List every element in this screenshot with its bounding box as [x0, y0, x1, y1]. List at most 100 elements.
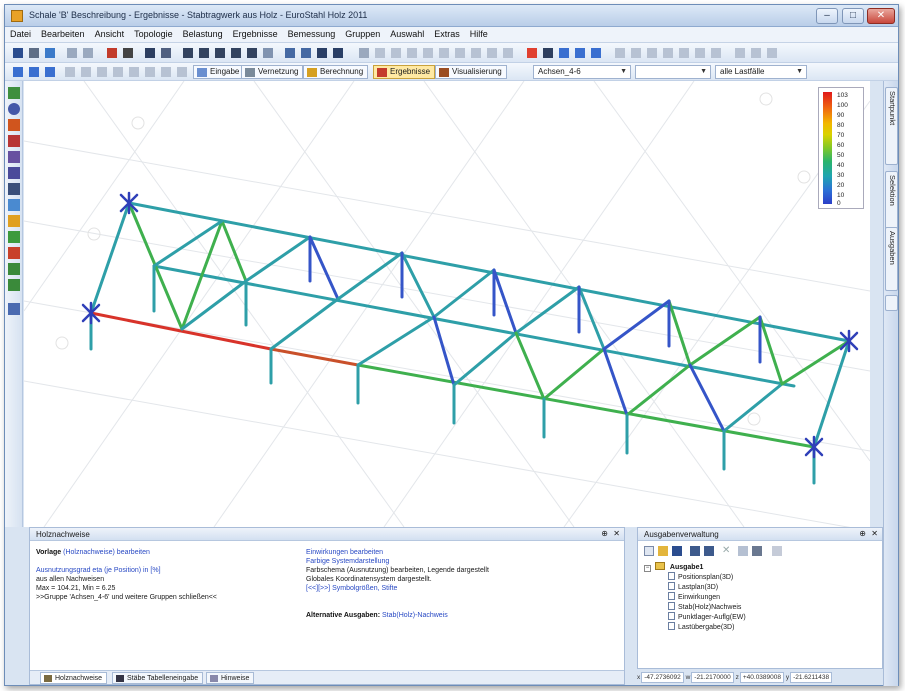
menu-auswahl[interactable]: Auswahl [385, 27, 429, 39]
window-list-icon[interactable] [765, 46, 779, 60]
pin-icon[interactable]: ⊕ [601, 529, 608, 538]
point-load-icon[interactable] [8, 247, 20, 259]
member-icon[interactable] [8, 135, 20, 147]
tab-visualisierung[interactable]: Visualisierung [435, 65, 507, 79]
pin-tab[interactable] [885, 295, 898, 311]
brace-icon[interactable] [8, 167, 20, 179]
section-icon[interactable] [8, 183, 20, 195]
load-tool-icon[interactable] [453, 46, 467, 60]
zoom-all-icon[interactable] [229, 46, 243, 60]
export-icon[interactable] [752, 546, 762, 556]
preview-icon[interactable] [704, 546, 714, 556]
view-front-icon[interactable] [283, 46, 297, 60]
load-icon[interactable] [8, 231, 20, 243]
settings-icon[interactable] [772, 546, 782, 556]
menu-ansicht[interactable]: Ansicht [90, 27, 130, 39]
color-icon[interactable] [557, 46, 571, 60]
pointer-icon[interactable] [105, 46, 119, 60]
line-tool-icon[interactable] [373, 46, 387, 60]
menu-extras[interactable]: Extras [429, 27, 465, 39]
axis-free-icon[interactable] [159, 65, 173, 79]
dimension-icon[interactable] [693, 46, 707, 60]
material-tool-icon[interactable] [485, 46, 499, 60]
measure-icon[interactable] [629, 46, 643, 60]
gruppe-line[interactable]: >>Gruppe 'Achsen_4-6' und weitere Gruppe… [36, 593, 217, 602]
delete-tool-icon[interactable] [501, 46, 515, 60]
alternative-link[interactable]: Stab(Holz)-Nachweis [382, 612, 448, 619]
group-select[interactable]: Achsen_4-6 ▼ [533, 65, 631, 79]
print-icon[interactable] [690, 546, 700, 556]
systemdarstellung-link[interactable]: Farbige Systemdarstellung [306, 557, 389, 566]
select-icon[interactable] [11, 65, 25, 79]
cursor-icon[interactable] [357, 46, 371, 60]
axis-xy-icon[interactable] [111, 65, 125, 79]
menu-datei[interactable]: Datei [5, 27, 36, 39]
area-load-icon[interactable] [8, 279, 20, 291]
select-group-icon[interactable] [43, 65, 57, 79]
tree-item[interactable]: Lastübergabe(3D) [668, 622, 734, 632]
text-icon[interactable] [677, 46, 691, 60]
close-icon[interactable]: ✕ [613, 529, 620, 538]
redo-icon[interactable] [81, 46, 95, 60]
menu-gruppen[interactable]: Gruppen [340, 27, 385, 39]
maximize-button[interactable]: □ [842, 8, 864, 24]
tree-item[interactable]: Positionsplan(3D) [668, 572, 733, 582]
einwirkungen-link[interactable]: Einwirkungen bearbeiten [306, 548, 383, 557]
menu-bemessung[interactable]: Bemessung [283, 27, 341, 39]
axis-y-icon[interactable] [79, 65, 93, 79]
tab-selektion[interactable]: Selektion [885, 171, 898, 235]
line-icon[interactable] [8, 87, 20, 99]
copy-icon[interactable] [738, 546, 748, 556]
snap-icon[interactable] [645, 46, 659, 60]
rotate-icon[interactable] [245, 46, 259, 60]
truss-model[interactable] [24, 81, 870, 527]
tab-ausgaben[interactable]: Ausgaben [885, 227, 898, 291]
beam-icon[interactable] [8, 151, 20, 163]
tree-item[interactable]: Stab(Holz)Nachweis [668, 602, 741, 612]
filter-icon[interactable] [573, 46, 587, 60]
highlight-icon[interactable] [525, 46, 539, 60]
scale-icon[interactable] [159, 46, 173, 60]
table-icon[interactable] [143, 46, 157, 60]
results-view-icon[interactable] [8, 303, 20, 315]
view-top-icon[interactable] [315, 46, 329, 60]
open-icon[interactable] [658, 546, 668, 556]
vorlage-link[interactable]: (Holznachweise) bearbeiten [63, 549, 150, 556]
new-icon[interactable] [644, 546, 654, 556]
minimize-button[interactable]: – [816, 8, 838, 24]
collapse-icon[interactable]: − [644, 565, 651, 572]
tree-item[interactable]: Punktlager-Auflg(EW) [668, 612, 746, 622]
move-icon[interactable] [121, 46, 135, 60]
plate-icon[interactable] [8, 199, 20, 211]
support-icon[interactable] [8, 119, 20, 131]
farbschema-line[interactable]: Farbschema (Ausnutzung) bearbeiten, Lege… [306, 566, 489, 575]
tab-startpunkt[interactable]: Startpunkt [885, 87, 898, 165]
close-icon[interactable]: ✕ [871, 529, 878, 538]
print-icon[interactable] [27, 46, 41, 60]
menu-bearbeiten[interactable]: Bearbeiten [36, 27, 90, 39]
tab-eingabe[interactable]: Eingabe [193, 65, 245, 79]
close-button[interactable]: ✕ [867, 8, 895, 24]
tab-hinweise[interactable]: Hinweise [206, 672, 255, 684]
symbolgroessen-link[interactable]: [<<][>>] Symbolgrößen, Stifte [306, 584, 397, 593]
zoom-out-icon[interactable] [197, 46, 211, 60]
loadcase-select[interactable]: alle Lastfälle ▼ [715, 65, 807, 79]
axis-yz-icon[interactable] [143, 65, 157, 79]
settings-icon[interactable] [709, 46, 723, 60]
select-all-icon[interactable] [27, 65, 41, 79]
menu-belastung[interactable]: Belastung [178, 27, 228, 39]
axis-xz-icon[interactable] [127, 65, 141, 79]
tab-staebe-tabelle[interactable]: Stäbe Tabelleneingabe [112, 672, 204, 684]
axis-x-icon[interactable] [63, 65, 77, 79]
pin-icon[interactable]: ⊕ [859, 529, 866, 538]
tab-vernetzung[interactable]: Vernetzung [241, 65, 304, 79]
window-tile-icon[interactable] [733, 46, 747, 60]
zoom-window-icon[interactable] [213, 46, 227, 60]
menu-hilfe[interactable]: Hilfe [465, 27, 493, 39]
info-icon[interactable] [613, 46, 627, 60]
axis-z-icon[interactable] [95, 65, 109, 79]
tree-root[interactable]: − Ausgabe1 [644, 562, 703, 572]
window-cascade-icon[interactable] [749, 46, 763, 60]
layer-icon[interactable] [661, 46, 675, 60]
tree-item[interactable]: Lastplan(3D) [668, 582, 718, 592]
